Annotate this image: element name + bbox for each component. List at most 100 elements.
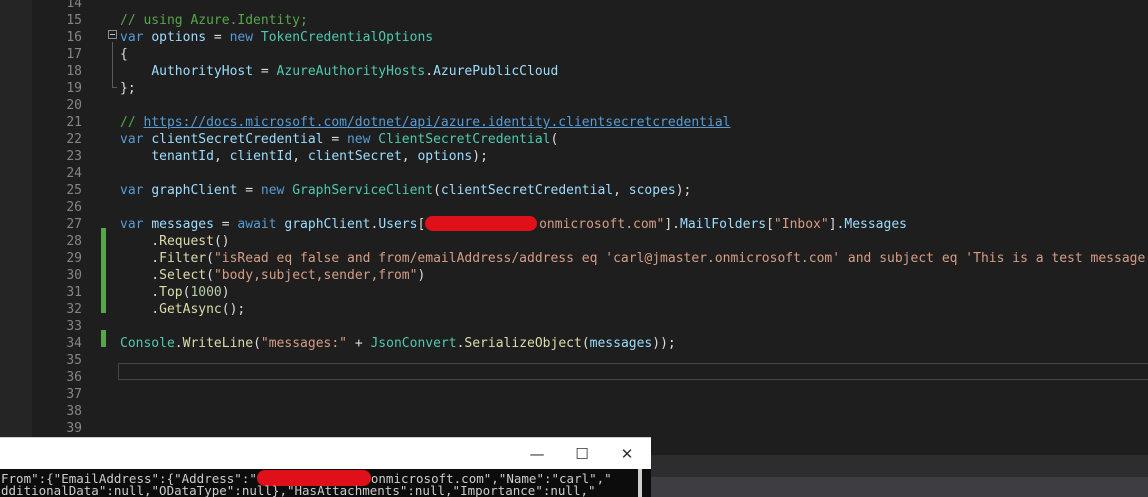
code-text: AuthorityHost = AzureAuthorityHosts.Azur… [120, 63, 558, 80]
code-token: graphClient [151, 183, 238, 198]
code-token: { [120, 47, 128, 62]
code-line[interactable]: 16 var options = new TokenCredentialOptio… [0, 29, 1148, 46]
minimize-button[interactable]: — [514, 438, 560, 470]
code-token: }; [120, 81, 136, 96]
code-text: .Select("body,subject,sender,from") [120, 267, 425, 284]
code-line[interactable]: 19}; [0, 80, 1148, 97]
code-token: messages [151, 217, 214, 232]
code-text: { [120, 46, 128, 63]
code-token: = [213, 217, 238, 232]
code-token: . [425, 64, 434, 79]
code-line[interactable]: 38 [0, 403, 1148, 420]
code-line[interactable]: 24 [0, 165, 1148, 182]
code-token: AzureAuthorityHosts [276, 64, 426, 79]
code-token: MailFolders [680, 217, 767, 232]
line-number: 14 [66, 0, 82, 11]
line-number: 24 [66, 166, 82, 181]
code-token: )); [652, 336, 676, 351]
line-number: 34 [66, 336, 82, 351]
code-token: () [213, 234, 230, 249]
line-number: 38 [66, 404, 82, 419]
code-line[interactable]: 21 // https://docs.microsoft.com/dotnet/a… [0, 114, 1148, 131]
code-line[interactable]: 34 Console.WriteLine("messages:" + JsonCo… [0, 335, 1148, 352]
code-token: [ [766, 217, 774, 232]
line-number: 20 [66, 98, 82, 113]
code-line[interactable]: 17 { [0, 46, 1148, 63]
code-token: . [120, 285, 160, 300]
code-token: tenantId [151, 149, 214, 164]
code-line[interactable]: 29 .Filter("isRead eq false and from/ema… [0, 250, 1148, 267]
code-line[interactable]: 23 tenantId, clientId, clientSecret, opt… [0, 148, 1148, 165]
code-token: . [120, 251, 160, 266]
code-line[interactable]: 20 [0, 97, 1148, 114]
code-text: .Top(1000) [120, 284, 229, 301]
fold-guide-line [112, 42, 113, 87]
code-token: Messages [844, 217, 907, 232]
code-line[interactable]: 31 .Top(1000) [0, 284, 1148, 301]
horizontal-scrollbar[interactable] [650, 455, 1148, 477]
console-window[interactable]: — ☐ ✕ From":{"EmailAddress":{"Address":"… [0, 437, 651, 497]
code-text: tenantId, clientId, clientSecret, option… [120, 148, 488, 165]
code-line[interactable]: 22 var clientSecretCredential = new Clien… [0, 131, 1148, 148]
code-token: "Inbox" [773, 217, 829, 232]
code-line[interactable]: 32 .GetAsync(); [0, 301, 1148, 318]
code-line[interactable]: 18 AuthorityHost = AzureAuthorityHosts.A… [0, 63, 1148, 80]
code-token: GetAsync [159, 302, 222, 317]
code-line[interactable]: 30 .Select("body,subject,sender,from") [0, 267, 1148, 284]
code-text: var messages = await graphClient.Users["… [120, 216, 907, 233]
code-token: // using Azure.Identity; [120, 13, 308, 28]
code-token: (); [221, 302, 246, 317]
collapse-region-icon[interactable] [108, 30, 117, 39]
code-line[interactable]: 33 [0, 318, 1148, 335]
close-button[interactable]: ✕ [604, 438, 650, 470]
code-token: var [120, 30, 144, 45]
code-text: }; [120, 80, 136, 97]
code-token: JsonConvert [370, 336, 457, 351]
code-line[interactable]: 39 [0, 420, 1148, 437]
code-line[interactable]: 25 var graphClient = new GraphServiceClie… [0, 182, 1148, 199]
code-line[interactable]: 28 .Request() [0, 233, 1148, 250]
code-line[interactable]: 27 var messages = await graphClient.Users… [0, 216, 1148, 233]
code-token: var [120, 183, 144, 198]
code-editor[interactable]: 14 15 // using Azure.Identity; 16 var option… [0, 0, 1148, 497]
code-token: Request [159, 234, 214, 249]
code-token: new [229, 30, 254, 45]
console-line-2: dditionalData":null,"ODataType":null},"H… [1, 483, 596, 497]
code-line[interactable]: 37 [0, 386, 1148, 403]
line-number: 36 [66, 370, 82, 385]
code-token: Select [159, 268, 207, 283]
code-token: options [417, 149, 473, 164]
code-token: . [174, 336, 183, 351]
code-token: , [401, 149, 418, 164]
code-token: "messages:" [260, 336, 347, 351]
code-token: ( [433, 183, 441, 198]
code-token: SerializeObject [464, 336, 582, 351]
code-token: "body,subject,sender,from" [213, 268, 418, 283]
console-scrollbar[interactable] [638, 469, 642, 497]
code-token: ]. [664, 217, 680, 232]
code-token: GraphServiceClient [292, 183, 434, 198]
line-number: 32 [66, 302, 82, 317]
fold-guide-end [112, 87, 117, 88]
code-token: = [253, 64, 277, 79]
code-token: // [120, 115, 144, 130]
line-number: 21 [66, 115, 82, 130]
line-number: 22 [66, 132, 82, 147]
status-bar [650, 477, 1148, 497]
code-token: var [120, 217, 144, 232]
code-line[interactable]: 15 // using Azure.Identity; [0, 12, 1148, 29]
code-token: "isRead eq false and from/emailAddress/a… [213, 251, 1148, 266]
console-title-bar[interactable]: — ☐ ✕ [0, 437, 651, 470]
code-token: scopes [628, 183, 676, 198]
code-token: new [260, 183, 285, 198]
maximize-button[interactable]: ☐ [559, 438, 605, 470]
code-text: .Filter("isRead eq false and from/emailA… [120, 250, 1148, 267]
console-output[interactable]: From":{"EmailAddress":{"Address":" onmicr… [0, 469, 651, 497]
code-token: ); [472, 149, 488, 164]
code-line[interactable]: 26 [0, 199, 1148, 216]
line-number: 16 [66, 30, 82, 45]
code-line[interactable]: 14 [0, 0, 1148, 12]
